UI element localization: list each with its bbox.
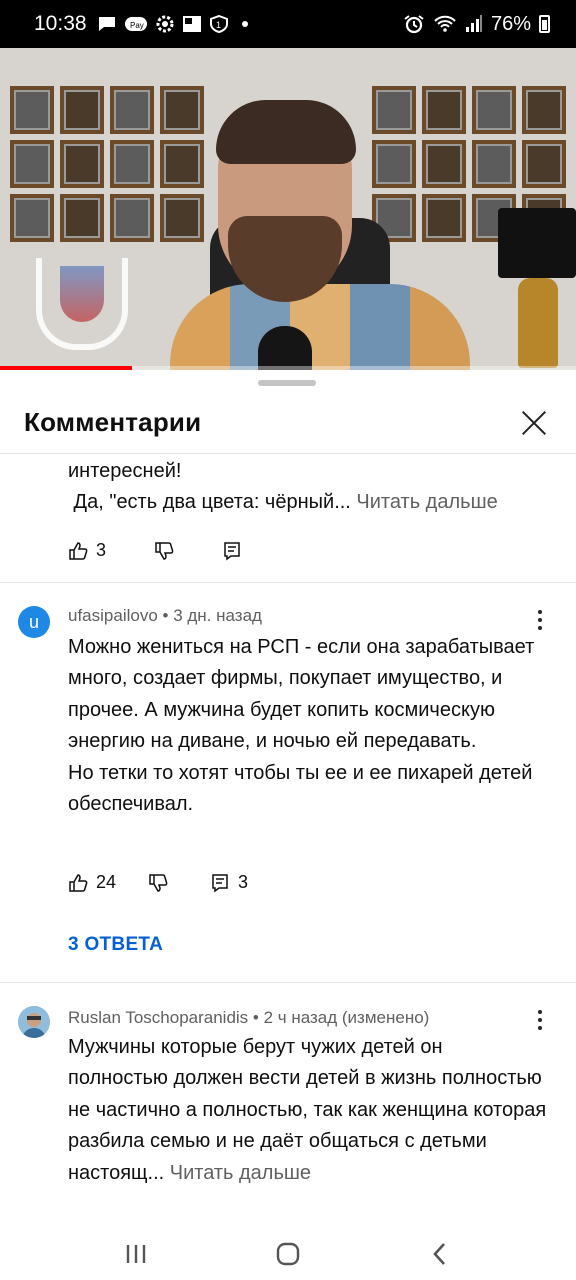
- divider: [0, 982, 576, 983]
- battery-percent: 76%: [490, 12, 531, 35]
- comment-text: Можно жениться на РСП - если она зарабат…: [68, 636, 535, 816]
- person-hair: [216, 100, 356, 164]
- gallery-icon: [182, 16, 201, 32]
- comment-author[interactable]: ufasipailovo: [68, 606, 158, 625]
- read-more-link[interactable]: Читать дальше: [356, 491, 497, 513]
- like-button[interactable]: 3: [68, 540, 106, 561]
- svg-text:1: 1: [216, 20, 221, 30]
- like-count: 3: [96, 540, 107, 560]
- comment-text-line: интересней!: [68, 460, 182, 482]
- signal-icon: [465, 15, 482, 32]
- avatar-photo: [18, 1006, 50, 1038]
- home-icon[interactable]: [268, 1234, 308, 1274]
- status-bar: 10:38 Pay 1 76%: [0, 0, 576, 48]
- person-shirt: [170, 284, 470, 370]
- status-system-icons: 76%: [403, 13, 550, 36]
- comment-time: 2 ч назад (изменено): [263, 1008, 430, 1027]
- comment-text: интересней! Да, "есть два цвета: чёрный.…: [68, 456, 548, 519]
- comment-text-line: Да, "есть два цвета: чёрный... Читать да…: [68, 491, 498, 514]
- like-button[interactable]: 24: [68, 872, 116, 893]
- more-options-icon[interactable]: [530, 608, 550, 632]
- wifi-icon: [434, 15, 456, 32]
- comment-time: 3 дн. назад: [173, 606, 262, 625]
- thumbs-up-icon: [69, 541, 88, 560]
- dislike-button[interactable]: [154, 541, 174, 561]
- comment-actions: 3: [68, 540, 242, 561]
- close-icon[interactable]: [514, 403, 554, 443]
- status-time: 10:38: [34, 12, 87, 35]
- thumbs-down-icon: [149, 873, 168, 892]
- battery-icon: [539, 15, 550, 33]
- like-count: 24: [96, 872, 117, 892]
- pay-icon: Pay: [124, 17, 147, 31]
- lamp-base: [518, 278, 558, 368]
- comment-meta: Ruslan Toschoparanidis • 2 ч назад (изме…: [68, 1008, 430, 1027]
- video-player[interactable]: [0, 48, 576, 370]
- shield-icon: 1: [209, 15, 228, 33]
- avatar[interactable]: u: [18, 606, 50, 638]
- comments-sheet: Комментарии интересней! Да, "есть два цв…: [0, 370, 576, 1228]
- channel-logo: [36, 258, 128, 350]
- reply-icon: [224, 541, 240, 560]
- reply-count: 3: [238, 872, 249, 892]
- read-more-link[interactable]: Читать дальше: [170, 1162, 311, 1184]
- thumbs-up-icon: [69, 873, 88, 892]
- alarm-icon: [404, 15, 424, 34]
- lamp-shade: [498, 208, 576, 278]
- thumbs-down-icon: [155, 541, 174, 560]
- avatar[interactable]: [18, 1006, 50, 1038]
- picture-frames-left: [10, 86, 204, 242]
- comment-author[interactable]: Ruslan Toschoparanidis: [68, 1008, 248, 1027]
- divider: [0, 582, 576, 583]
- comment-actions: 24 3: [68, 872, 248, 893]
- comment-text: Мужчины которые берут чужих детей он пол…: [68, 1036, 547, 1184]
- view-replies-link[interactable]: 3 ОТВЕТА: [68, 934, 163, 956]
- drag-handle[interactable]: [258, 380, 316, 386]
- settings-icon: [156, 15, 174, 33]
- reply-button[interactable]: 3: [210, 872, 248, 893]
- reply-button[interactable]: [222, 541, 242, 561]
- sheet-header: Комментарии: [0, 392, 576, 454]
- reply-icon: [212, 873, 228, 892]
- svg-text:Pay: Pay: [130, 21, 144, 30]
- microphone: [258, 326, 312, 370]
- system-nav-bar: [0, 1228, 576, 1280]
- back-icon[interactable]: [420, 1234, 460, 1274]
- recents-icon[interactable]: [116, 1234, 156, 1274]
- sheet-title: Комментарии: [24, 407, 202, 437]
- more-notifications-dot: [241, 21, 248, 27]
- message-icon: [98, 17, 115, 31]
- more-options-icon[interactable]: [530, 1008, 550, 1032]
- comment-meta: ufasipailovo • 3 дн. назад: [68, 606, 262, 625]
- status-notification-icons: Pay 1: [97, 15, 248, 33]
- dislike-button[interactable]: [148, 873, 168, 893]
